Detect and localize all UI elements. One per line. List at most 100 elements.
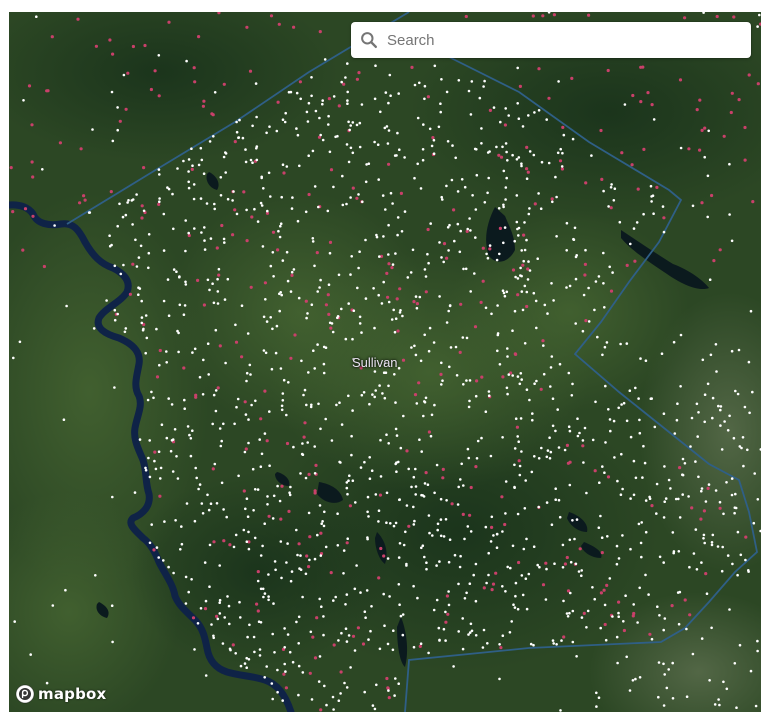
poi-dot[interactable] bbox=[298, 164, 301, 168]
poi-dot[interactable] bbox=[523, 248, 527, 252]
poi-dot[interactable] bbox=[733, 662, 737, 665]
poi-dot[interactable] bbox=[289, 290, 293, 293]
poi-dot[interactable] bbox=[662, 516, 666, 519]
poi-dot[interactable] bbox=[310, 303, 314, 307]
poi-dot[interactable] bbox=[716, 545, 720, 548]
poi-dot[interactable] bbox=[419, 642, 423, 645]
poi-dot[interactable] bbox=[373, 395, 377, 399]
poi-dot-alt[interactable] bbox=[465, 229, 469, 233]
poi-dot[interactable] bbox=[187, 590, 190, 594]
poi-dot[interactable] bbox=[706, 215, 709, 219]
poi-dot-alt[interactable] bbox=[155, 375, 160, 379]
poi-dot[interactable] bbox=[234, 323, 237, 327]
poi-dot[interactable] bbox=[206, 278, 210, 282]
poi-dot[interactable] bbox=[334, 595, 338, 599]
poi-dot[interactable] bbox=[516, 102, 519, 105]
poi-dot-alt[interactable] bbox=[385, 676, 389, 681]
poi-dot[interactable] bbox=[551, 639, 555, 642]
poi-dot-alt[interactable] bbox=[142, 166, 146, 170]
poi-dot[interactable] bbox=[305, 110, 309, 114]
poi-dot[interactable] bbox=[372, 287, 375, 290]
poi-dot[interactable] bbox=[467, 633, 470, 636]
poi-dot[interactable] bbox=[193, 347, 197, 351]
poi-dot-alt[interactable] bbox=[217, 273, 221, 277]
mapbox-attribution[interactable]: mapbox bbox=[15, 684, 106, 704]
poi-dot[interactable] bbox=[454, 156, 458, 160]
poi-dot[interactable] bbox=[519, 274, 522, 277]
poi-dot[interactable] bbox=[171, 192, 174, 196]
poi-dot[interactable] bbox=[701, 358, 705, 362]
poi-dot-alt[interactable] bbox=[539, 387, 543, 391]
poi-dot[interactable] bbox=[542, 372, 546, 376]
poi-dot[interactable] bbox=[301, 671, 305, 674]
poi-dot[interactable] bbox=[652, 118, 656, 121]
poi-dot[interactable] bbox=[222, 422, 225, 426]
poi-dot[interactable] bbox=[261, 587, 265, 591]
poi-dot[interactable] bbox=[286, 279, 290, 283]
poi-dot[interactable] bbox=[416, 596, 419, 600]
search-input[interactable] bbox=[383, 22, 743, 58]
poi-dot[interactable] bbox=[394, 427, 398, 431]
poi-dot[interactable] bbox=[239, 616, 242, 619]
poi-dot-alt[interactable] bbox=[518, 84, 522, 88]
poi-dot[interactable] bbox=[720, 448, 724, 451]
poi-dot[interactable] bbox=[165, 361, 168, 364]
poi-dot[interactable] bbox=[538, 565, 541, 569]
poi-dot[interactable] bbox=[328, 321, 332, 325]
poi-dot[interactable] bbox=[154, 467, 158, 471]
poi-dot[interactable] bbox=[122, 263, 125, 267]
poi-dot[interactable] bbox=[571, 519, 574, 522]
poi-dot[interactable] bbox=[486, 642, 489, 645]
poi-dot[interactable] bbox=[548, 457, 552, 460]
poi-dot[interactable] bbox=[321, 138, 325, 142]
poi-dot-alt[interactable] bbox=[326, 293, 330, 297]
poi-dot[interactable] bbox=[186, 425, 190, 428]
poi-dot-alt[interactable] bbox=[650, 103, 654, 107]
poi-dot[interactable] bbox=[349, 146, 353, 150]
poi-dot[interactable] bbox=[201, 512, 205, 515]
poi-dot[interactable] bbox=[514, 594, 517, 598]
poi-dot[interactable] bbox=[556, 151, 560, 155]
poi-dot-alt[interactable] bbox=[405, 449, 409, 453]
poi-dot[interactable] bbox=[501, 145, 504, 149]
poi-dot[interactable] bbox=[591, 586, 594, 589]
poi-dot[interactable] bbox=[243, 450, 247, 454]
poi-dot[interactable] bbox=[402, 543, 406, 547]
poi-dot[interactable] bbox=[348, 474, 351, 478]
poi-dot[interactable] bbox=[190, 147, 193, 150]
poi-dot[interactable] bbox=[525, 607, 529, 611]
poi-dot[interactable] bbox=[212, 393, 216, 397]
poi-dot[interactable] bbox=[619, 493, 623, 497]
poi-dot-alt[interactable] bbox=[566, 461, 571, 465]
poi-dot[interactable] bbox=[310, 94, 313, 98]
poi-dot[interactable] bbox=[603, 603, 607, 607]
poi-dot[interactable] bbox=[496, 332, 500, 335]
poi-dot[interactable] bbox=[226, 197, 230, 201]
poi-dot[interactable] bbox=[264, 298, 267, 301]
poi-dot[interactable] bbox=[144, 351, 147, 355]
poi-dot-alt[interactable] bbox=[351, 634, 356, 638]
poi-dot[interactable] bbox=[226, 277, 230, 281]
poi-dot[interactable] bbox=[292, 445, 295, 449]
poi-dot[interactable] bbox=[652, 212, 655, 215]
poi-dot[interactable] bbox=[262, 187, 265, 190]
poi-dot[interactable] bbox=[134, 238, 137, 242]
poi-dot[interactable] bbox=[681, 457, 685, 461]
poi-dot[interactable] bbox=[533, 382, 536, 386]
poi-dot[interactable] bbox=[673, 432, 677, 435]
poi-dot[interactable] bbox=[467, 405, 471, 409]
poi-dot[interactable] bbox=[758, 13, 761, 17]
poi-dot-alt[interactable] bbox=[407, 524, 411, 528]
poi-dot[interactable] bbox=[218, 612, 222, 615]
poi-dot[interactable] bbox=[245, 540, 249, 543]
poi-dot[interactable] bbox=[12, 356, 15, 360]
poi-dot[interactable] bbox=[158, 197, 161, 200]
poi-dot[interactable] bbox=[581, 329, 585, 333]
poi-dot[interactable] bbox=[346, 99, 349, 102]
poi-dot[interactable] bbox=[386, 642, 390, 646]
poi-dot[interactable] bbox=[376, 143, 380, 146]
poi-dot[interactable] bbox=[358, 121, 362, 125]
poi-dot[interactable] bbox=[300, 359, 303, 363]
poi-dot[interactable] bbox=[285, 250, 289, 254]
poi-dot[interactable] bbox=[139, 244, 143, 248]
